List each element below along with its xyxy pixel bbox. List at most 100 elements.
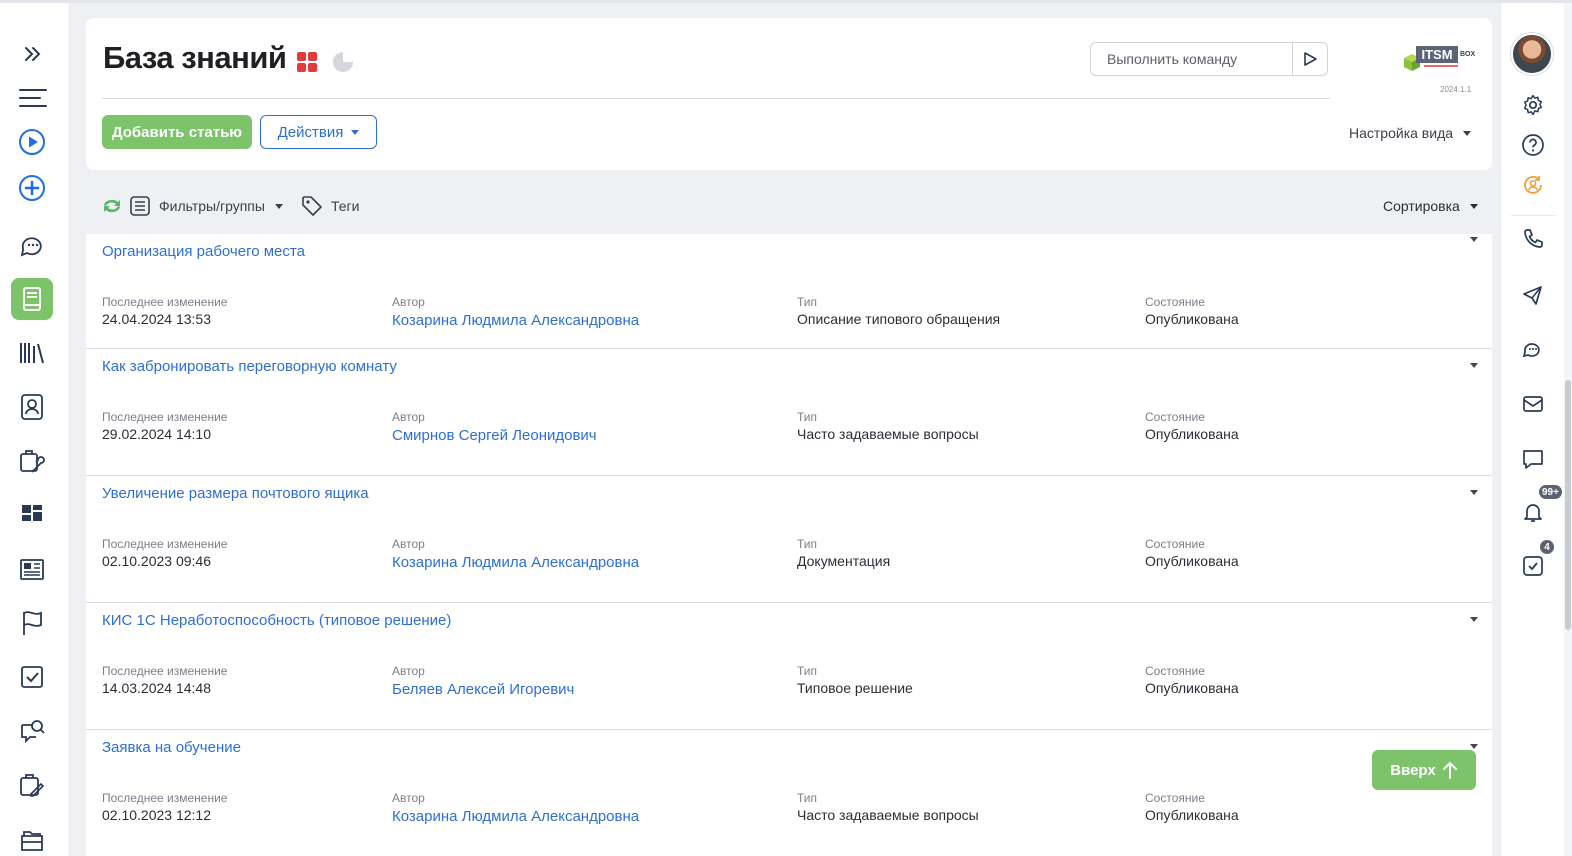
- author-link[interactable]: Козарина Людмила Александровна: [392, 808, 639, 825]
- author-label: Автор: [392, 664, 425, 678]
- type-label: Тип: [797, 410, 818, 424]
- article-title[interactable]: Организация рабочего места: [102, 243, 305, 260]
- type-value: Типовое решение: [797, 680, 913, 696]
- article-row: КИС 1С Неработоспособность (типовое реше…: [86, 603, 1492, 730]
- left-sidebar: [0, 3, 70, 856]
- state-label: Состояние: [1145, 410, 1205, 424]
- dashboard-icon[interactable]: [11, 492, 53, 534]
- chevron-down-icon: [1469, 203, 1478, 209]
- article-title[interactable]: Заявка на обучение: [102, 739, 241, 756]
- tags-label[interactable]: Теги: [331, 198, 359, 214]
- phone-icon[interactable]: [1513, 219, 1553, 259]
- article-title[interactable]: Увеличение размера почтового ящика: [102, 485, 369, 502]
- chevron-down-icon[interactable]: [1470, 490, 1478, 495]
- filter-bar: Фильтры/группы Теги Сортировка: [86, 188, 1492, 224]
- filters-groups-dropdown[interactable]: Фильтры/группы: [159, 198, 283, 214]
- state-value: Опубликована: [1145, 553, 1239, 569]
- type-label: Тип: [797, 791, 818, 805]
- command-input[interactable]: [1091, 43, 1293, 75]
- search-questions-icon[interactable]: [11, 710, 53, 752]
- folders-icon[interactable]: [11, 818, 53, 856]
- list-view-icon[interactable]: [128, 194, 152, 218]
- last-change-label: Последнее изменение: [102, 410, 228, 424]
- title-icons: [296, 51, 354, 73]
- chevron-down-icon[interactable]: [1470, 363, 1478, 368]
- article-title[interactable]: Как забронировать переговорную комнату: [102, 358, 397, 375]
- library-icon[interactable]: [11, 332, 53, 374]
- last-change-value: 24.04.2024 13:53: [102, 311, 211, 327]
- gear-icon[interactable]: [1513, 85, 1553, 125]
- command-box: [1090, 42, 1328, 76]
- tag-icon[interactable]: [300, 194, 324, 218]
- type-label: Тип: [797, 295, 818, 309]
- last-change-label: Последнее изменение: [102, 295, 228, 309]
- notifications-badge: 99+: [1537, 483, 1564, 501]
- avatar[interactable]: [1511, 33, 1553, 75]
- comment-icon[interactable]: [1513, 439, 1553, 479]
- version-label: 2024.1.1: [1440, 85, 1472, 94]
- chevron-down-icon[interactable]: [1470, 744, 1478, 749]
- actions-button[interactable]: Действия: [260, 115, 377, 149]
- contacts-icon[interactable]: [11, 386, 53, 428]
- chevron-down-icon: [1463, 130, 1472, 136]
- type-label: Тип: [797, 537, 818, 551]
- page-title: База знаний: [103, 40, 287, 75]
- article-row: Увеличение размера почтового ящика После…: [86, 476, 1492, 603]
- news-icon[interactable]: [11, 548, 53, 590]
- user-sync-icon[interactable]: [1513, 165, 1553, 205]
- help-icon[interactable]: [1513, 125, 1553, 165]
- pie-chart-icon[interactable]: [332, 51, 354, 73]
- state-label: Состояние: [1145, 791, 1205, 805]
- state-label: Состояние: [1145, 295, 1205, 309]
- last-change-label: Последнее изменение: [102, 664, 228, 678]
- menu-icon[interactable]: [11, 77, 53, 119]
- state-value: Опубликована: [1145, 680, 1239, 696]
- service-tools-icon[interactable]: [11, 440, 53, 482]
- type-value: Часто задаваемые вопросы: [797, 426, 979, 442]
- chevron-down-icon[interactable]: [1470, 237, 1478, 242]
- tasks-icon[interactable]: [11, 656, 53, 698]
- flag-icon[interactable]: [11, 602, 53, 644]
- expand-sidebar-icon[interactable]: [11, 33, 53, 75]
- state-label: Состояние: [1145, 664, 1205, 678]
- chat-bubbles-icon[interactable]: [1513, 329, 1553, 369]
- refresh-icon[interactable]: [100, 194, 124, 218]
- add-icon[interactable]: [11, 167, 53, 209]
- view-settings-dropdown[interactable]: Настройка вида: [1349, 125, 1472, 141]
- scrollbar-thumb[interactable]: [1565, 380, 1571, 630]
- author-link[interactable]: Козарина Людмила Александровна: [392, 554, 639, 571]
- article-title[interactable]: КИС 1С Неработоспособность (типовое реше…: [102, 612, 451, 629]
- last-change-label: Последнее изменение: [102, 791, 228, 805]
- filters-groups-label: Фильтры/группы: [159, 198, 265, 214]
- author-label: Автор: [392, 537, 425, 551]
- tasks-badge: 4: [1538, 538, 1556, 556]
- run-command-icon[interactable]: [1293, 43, 1327, 75]
- top-border: [0, 0, 1572, 3]
- logo-text: ITSM: [1421, 47, 1452, 62]
- header-card: База знаний ITSM BOX 2024.1.1 Добавить с…: [86, 18, 1492, 170]
- last-change-value: 29.02.2024 14:10: [102, 426, 211, 442]
- divider: [1511, 215, 1555, 216]
- last-change-value: 02.10.2023 12:12: [102, 807, 211, 823]
- play-icon[interactable]: [11, 121, 53, 163]
- article-row: Заявка на обучение Последнее изменение 0…: [86, 730, 1492, 856]
- chat-icon[interactable]: [11, 224, 53, 266]
- add-article-button[interactable]: Добавить статью: [102, 115, 252, 149]
- edit-case-icon[interactable]: [11, 764, 53, 806]
- telegram-icon[interactable]: [1513, 275, 1553, 315]
- author-link[interactable]: Смирнов Сергей Леонидович: [392, 427, 597, 444]
- state-value: Опубликована: [1145, 426, 1239, 442]
- author-link[interactable]: Козарина Людмила Александровна: [392, 312, 639, 329]
- author-link[interactable]: Беляев Алексей Игоревич: [392, 681, 574, 698]
- sort-dropdown[interactable]: Сортировка: [1383, 198, 1478, 214]
- chevron-down-icon[interactable]: [1470, 617, 1478, 622]
- scroll-up-button[interactable]: Вверх: [1372, 750, 1476, 790]
- scroll-up-label: Вверх: [1390, 761, 1436, 779]
- state-value: Опубликована: [1145, 311, 1239, 327]
- mail-icon[interactable]: [1513, 384, 1553, 424]
- type-label: Тип: [797, 664, 818, 678]
- last-change-value: 02.10.2023 09:46: [102, 553, 211, 569]
- knowledge-base-icon[interactable]: [11, 278, 53, 320]
- state-label: Состояние: [1145, 537, 1205, 551]
- tiles-view-icon[interactable]: [296, 51, 318, 73]
